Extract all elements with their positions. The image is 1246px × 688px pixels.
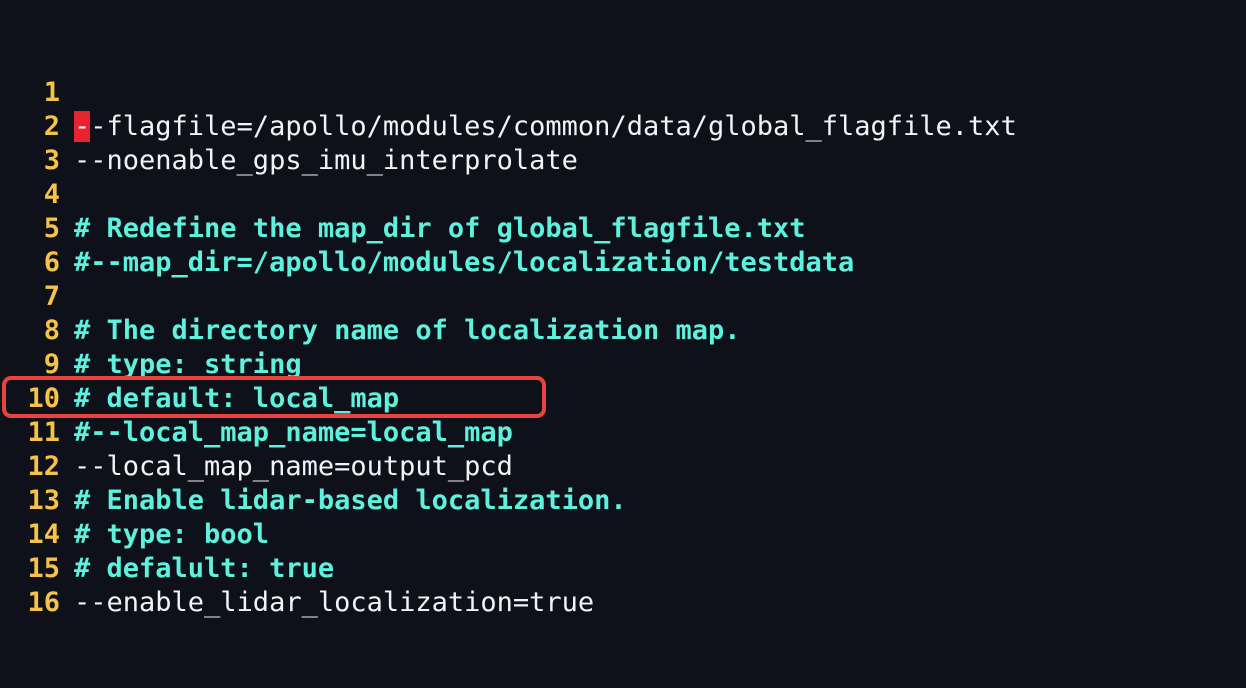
comment-text[interactable]: # defalult: true <box>74 552 334 586</box>
code-text[interactable]: --flagfile=/apollo/modules/common/data/g… <box>74 110 1017 144</box>
code-line[interactable]: 1 --flagfile=/apollo/modules/common/data… <box>0 42 1017 142</box>
comment-text[interactable]: # type: bool <box>74 518 269 552</box>
comment-line[interactable]: 7 # The directory name of localization m… <box>0 246 741 346</box>
comment-text[interactable]: #--local_map_name=local_map <box>74 416 513 450</box>
code-editor[interactable]: 1 --flagfile=/apollo/modules/common/data… <box>0 42 1246 618</box>
code-line[interactable]: 16 <box>0 552 65 618</box>
code-line[interactable]: 3 <box>0 110 65 176</box>
code-text[interactable]: --local_map_name=output_pcd <box>74 450 513 484</box>
comment-line[interactable]: 13 # type: bool <box>0 450 269 550</box>
comment-line[interactable]: 5 #--map_dir=/apollo/modules/localizatio… <box>0 178 855 278</box>
highlight-annotation-box <box>2 376 546 418</box>
code-line[interactable]: 15 --enable_lidar_localization=true <box>0 518 594 618</box>
comment-text[interactable]: # Enable lidar-based localization. <box>74 484 627 518</box>
line-number: 16 <box>27 587 60 618</box>
comment-line[interactable]: 4 # Redefine the map_dir of global_flagf… <box>0 144 806 244</box>
comment-line[interactable]: 12 # Enable lidar-based localization. <box>0 416 626 516</box>
text-cursor: - <box>74 111 91 142</box>
comment-line[interactable]: 9 # default: local_map <box>0 314 399 414</box>
code-text[interactable]: --enable_lidar_localization=true <box>74 586 594 620</box>
code-line[interactable]: 2 --noenable_gps_imu_interprolate <box>0 76 578 176</box>
code-text[interactable]: --noenable_gps_imu_interprolate <box>74 144 578 178</box>
code-text-rest: -flagfile=/apollo/modules/common/data/gl… <box>90 111 1017 142</box>
comment-text[interactable]: # The directory name of localization map… <box>74 314 740 348</box>
comment-text[interactable]: # Redefine the map_dir of global_flagfil… <box>74 212 806 246</box>
code-line[interactable]: 6 <box>0 212 65 278</box>
comment-text[interactable]: #--map_dir=/apollo/modules/localization/… <box>74 246 854 280</box>
comment-line[interactable]: 8 # type: string <box>0 280 302 380</box>
comment-line[interactable]: 14 # defalult: true <box>0 484 334 584</box>
